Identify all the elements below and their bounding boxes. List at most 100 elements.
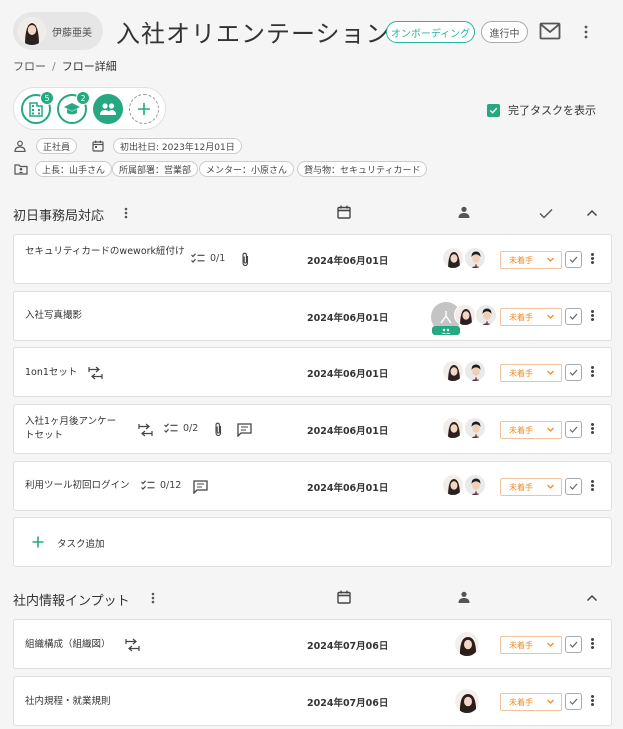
category-people[interactable] [93,94,123,124]
task-status-label: 未着手 [509,697,533,707]
check-icon [569,369,578,376]
checklist-count: 0/1 [210,253,226,264]
task-complete-checkbox[interactable] [565,636,582,653]
task-row[interactable]: 利用ツール初回ログイン 0/12 2024年06月01日 未着手 [13,461,612,511]
assignee-avatar-woman[interactable] [442,360,464,382]
attachment-icon[interactable] [239,251,251,267]
show-done-toggle[interactable]: 完了タスクを表示 [487,102,596,118]
category-add[interactable] [129,94,159,124]
task-due-date[interactable]: 2024年06月01日 [307,310,388,324]
task-status-dropdown[interactable]: 未着手 [500,364,562,382]
task-more-vert-icon[interactable] [587,252,597,268]
assignee-avatar-woman[interactable] [442,247,464,269]
group-placeholder-icon [440,311,452,324]
task-status-dropdown[interactable]: 未着手 [500,421,562,439]
assignee-avatar-woman[interactable] [442,417,464,439]
task-row[interactable]: 1on1セット 2024年06月01日 未着手 [13,347,612,397]
linked-task-icon[interactable] [137,422,153,438]
column-date-calendar-icon[interactable] [336,589,352,605]
task-due-date[interactable]: 2024年07月06日 [307,695,388,709]
attachment-icon[interactable] [212,421,224,437]
task-complete-checkbox[interactable] [565,478,582,495]
task-name[interactable]: 利用ツール初回ログイン [25,479,130,493]
breadcrumb-root[interactable]: フロー [13,60,46,73]
more-vert-icon[interactable] [581,24,591,40]
collapse-chevron-up-icon[interactable] [585,207,599,219]
task-row[interactable]: 入社1ヶ月後アンケートセット 0/2 2024年06月01日 未着手 [13,404,612,454]
task-due-date[interactable]: 2024年07月06日 [307,638,388,652]
task-row[interactable]: 入社写真撮影 2024年06月01日 未着手 [13,291,612,341]
chevron-down-icon [547,699,554,704]
assignee-avatar-man[interactable] [475,304,497,326]
assignee-avatar-woman[interactable] [454,304,476,326]
comment-icon[interactable] [192,479,208,494]
task-due-date[interactable]: 2024年06月01日 [307,480,388,494]
assignee-avatar-woman[interactable] [454,688,480,714]
check-icon [569,483,578,490]
comment-icon[interactable] [236,422,252,437]
task-more-vert-icon[interactable] [587,365,597,381]
task-due-date[interactable]: 2024年06月01日 [307,423,388,437]
assignee-avatar-man[interactable] [464,360,486,382]
task-more-vert-icon[interactable] [587,309,597,325]
linked-task-icon[interactable] [124,637,140,653]
category-education[interactable]: 2 [57,91,90,124]
checklist-icon [164,423,178,433]
task-name[interactable]: 社内規程・就業規則 [25,695,111,709]
task-complete-checkbox[interactable] [565,421,582,438]
add-task-button[interactable]: タスク追加 [13,517,612,567]
task-name[interactable]: 入社1ヶ月後アンケートセット [25,415,125,443]
task-more-vert-icon[interactable] [587,694,597,710]
assignee-avatar-woman[interactable] [442,474,464,496]
task-status-dropdown[interactable]: 未着手 [500,251,562,269]
header: 伊藤亜美 入社オリエンテーション オンボーディング 進行中 [0,0,623,60]
column-done-check-icon[interactable] [538,206,554,220]
linked-task-icon[interactable] [87,365,103,381]
section-more-vert-icon[interactable] [121,206,131,220]
column-date-calendar-icon[interactable] [336,204,352,220]
category-building[interactable]: 5 [21,91,54,124]
mail-icon[interactable] [539,21,561,41]
task-more-vert-icon[interactable] [587,479,597,495]
task-name[interactable]: 組織構成（組織図） [25,638,111,652]
task-status-dropdown[interactable]: 未着手 [500,478,562,496]
checklist-icon [191,253,205,263]
task-complete-checkbox[interactable] [565,251,582,268]
chevron-down-icon [547,314,554,319]
add-task-label: タスク追加 [57,539,105,550]
task-status-dropdown[interactable]: 未着手 [500,636,562,654]
collapse-chevron-up-icon[interactable] [585,592,599,604]
task-complete-checkbox[interactable] [565,693,582,710]
assignee-avatar-woman[interactable] [454,631,480,657]
assignee-avatar-man[interactable] [464,474,486,496]
task-name[interactable]: 入社写真撮影 [25,309,82,323]
task-complete-checkbox[interactable] [565,308,582,325]
task-row[interactable]: 社内規程・就業規則 2024年07月06日 未着手 [13,676,612,726]
section-more-vert-icon[interactable] [148,591,158,605]
chevron-down-icon [547,427,554,432]
task-status-dropdown[interactable]: 未着手 [500,693,562,711]
checkbox-checked-icon[interactable] [487,103,500,117]
column-assignee-person-icon[interactable] [457,590,471,604]
task-row[interactable]: セキュリティカードのwework紐付け 0/1 2024年06月01日 未着手 [13,234,612,284]
task-name[interactable]: 1on1セット [25,366,77,380]
task-due-date[interactable]: 2024年06月01日 [307,253,388,267]
assignee-avatar-man[interactable] [464,417,486,439]
task-name[interactable]: セキュリティカードのwework紐付け [25,245,185,259]
assignee-avatar-man[interactable] [464,247,486,269]
checklist-indicator: 0/2 [164,423,198,434]
check-icon [569,641,578,648]
section-title: 初日事務局対応 [13,209,105,224]
column-assignee-person-icon[interactable] [457,205,471,219]
avatar [18,17,46,45]
chevron-down-icon [547,642,554,647]
user-chip[interactable]: 伊藤亜美 [13,12,103,50]
task-due-date[interactable]: 2024年06月01日 [307,366,388,380]
task-row[interactable]: 組織構成（組織図） 2024年07月06日 未着手 [13,619,612,669]
task-more-vert-icon[interactable] [587,637,597,653]
task-complete-checkbox[interactable] [565,364,582,381]
check-icon [569,256,578,263]
task-status-dropdown[interactable]: 未着手 [500,308,562,326]
status-pill: オンボーディング [386,21,475,43]
task-more-vert-icon[interactable] [587,422,597,438]
